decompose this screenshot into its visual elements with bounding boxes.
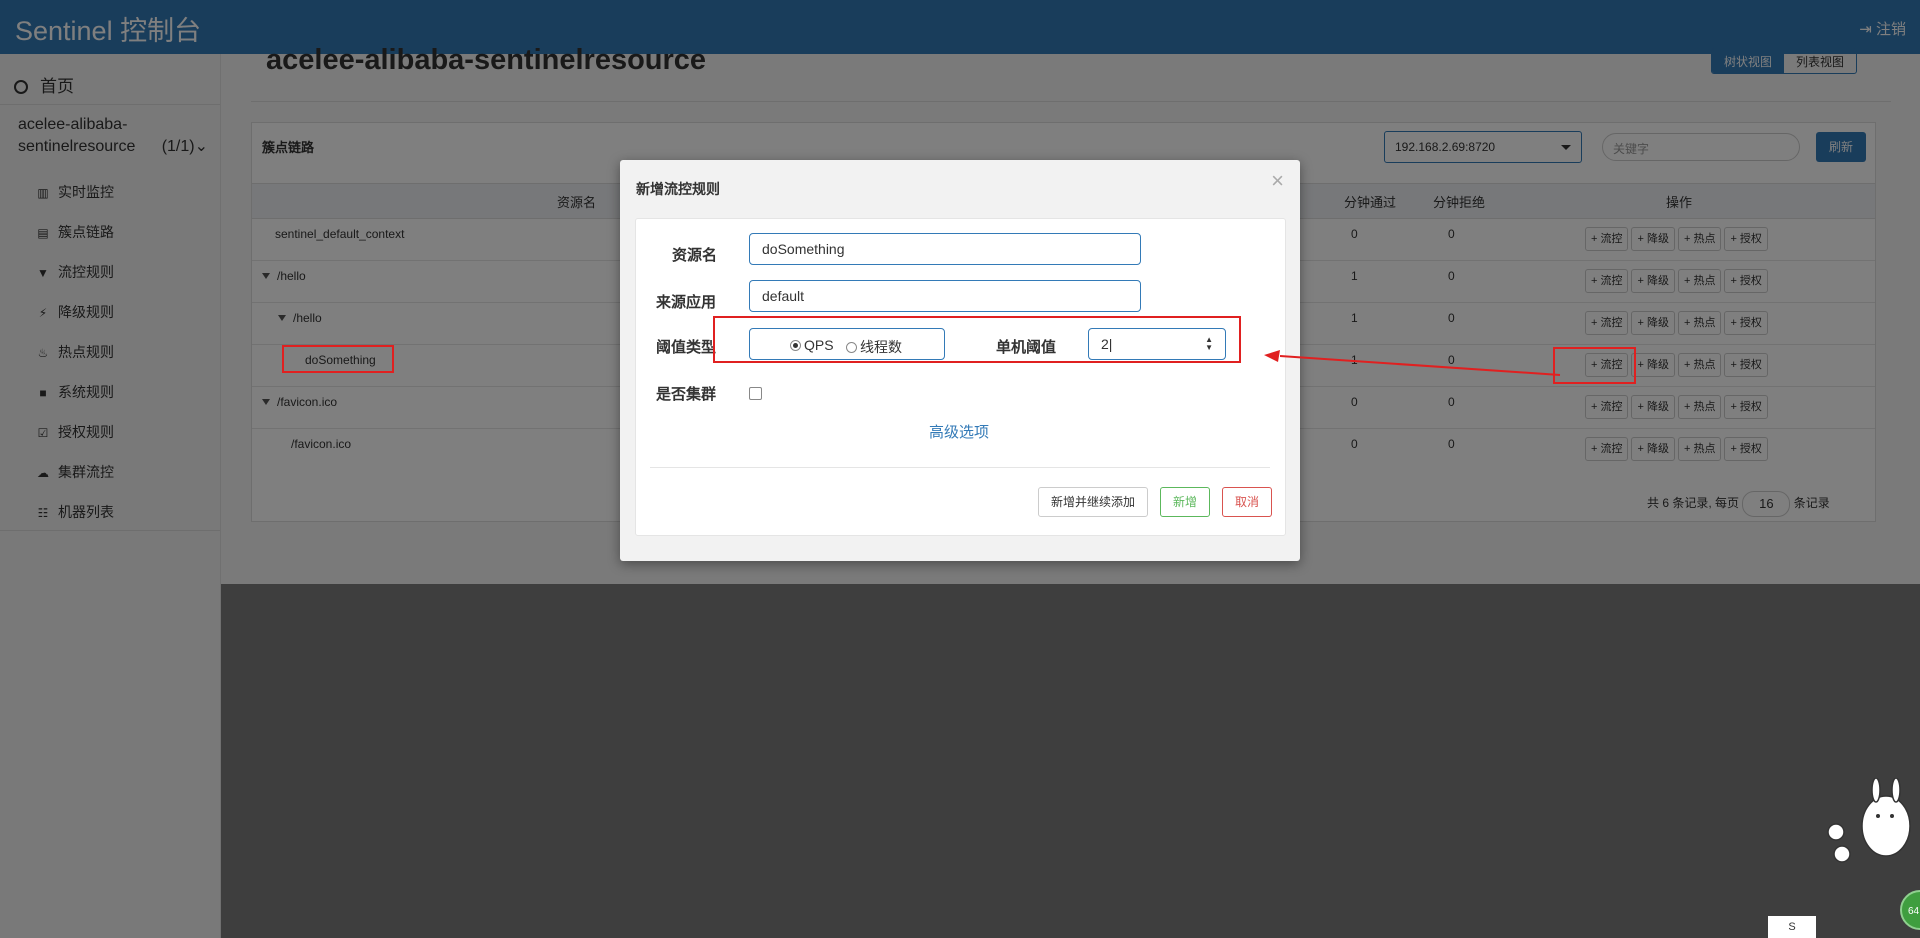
add-button[interactable]: 新增 (1160, 487, 1210, 517)
resource-label: 资源名 (672, 247, 718, 264)
divider (650, 467, 1270, 468)
dialog-title: 新增流控规则 (636, 181, 720, 197)
grade-label: 阈值类型 (656, 339, 717, 356)
annotation-highlight-resource (282, 345, 394, 373)
mascot-widget[interactable] (1818, 778, 1918, 878)
cluster-label: 是否集群 (656, 386, 717, 403)
close-icon[interactable]: × (1271, 168, 1284, 194)
cluster-checkbox[interactable] (749, 387, 762, 400)
annotation-arrow (1264, 350, 1561, 376)
dialog-body: 资源名 doSomething 来源应用 default 阈值类型 QPS 线程… (635, 218, 1286, 536)
cancel-button[interactable]: 取消 (1222, 487, 1272, 517)
ime-tray-icon[interactable]: S (1768, 916, 1816, 938)
resource-name-field[interactable]: doSomething (749, 233, 1141, 265)
origin-label: 来源应用 (656, 294, 717, 311)
add-and-continue-button[interactable]: 新增并继续添加 (1038, 487, 1148, 517)
annotation-highlight-threshold (713, 316, 1241, 363)
advanced-options-link[interactable]: 高级选项 (929, 421, 989, 442)
origin-app-field[interactable]: default (749, 280, 1141, 312)
annotation-highlight-flow-button (1553, 347, 1636, 384)
